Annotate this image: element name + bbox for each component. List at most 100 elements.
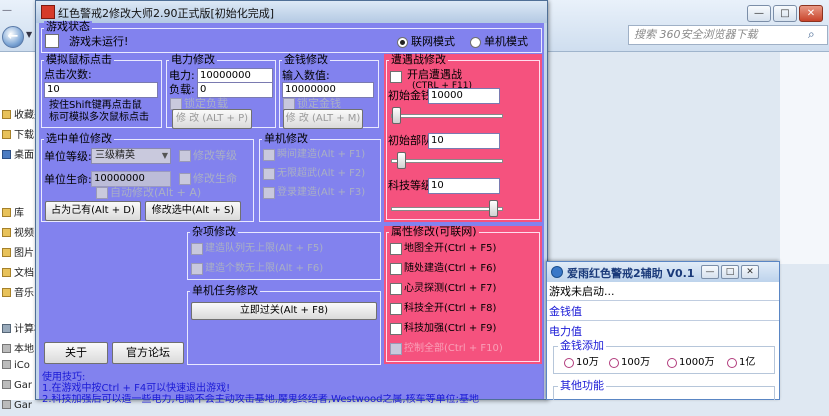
single-mode-radio[interactable]	[470, 37, 481, 48]
load-input[interactable]: 0	[197, 82, 273, 98]
browser-search-input[interactable]: 搜索 360安全浏览器下载	[628, 25, 828, 45]
online-mode-label[interactable]: 联网模式	[411, 35, 455, 49]
browser-close-button[interactable]: ✕	[799, 5, 823, 22]
money-input[interactable]: 10000000	[282, 82, 374, 98]
forum-button[interactable]: 官方论坛	[112, 342, 184, 364]
invincible-checkbox[interactable]	[263, 168, 275, 180]
music-icon	[2, 288, 11, 297]
build-anywhere-checkbox[interactable]	[390, 263, 402, 275]
tech-level-input[interactable]: 10	[428, 178, 500, 194]
helper-power-label: 电力值	[549, 325, 582, 338]
back-button[interactable]: ←	[2, 26, 24, 48]
game-status-checkbox[interactable]	[45, 34, 59, 48]
auto-modify-checkbox[interactable]	[96, 187, 108, 199]
helper-status-text: 游戏未启动...	[549, 285, 615, 298]
auto-modify-label: 自动修改(Alt + A)	[110, 186, 202, 199]
psychic-detect-label: 心灵探测(Ctrl + F7)	[404, 283, 497, 294]
modify-life-checkbox[interactable]	[179, 173, 191, 185]
unit-life-input[interactable]: 10000000	[91, 171, 171, 187]
unit-level-select[interactable]: 三级精英 ▼	[91, 148, 171, 164]
star-icon	[2, 110, 11, 119]
dream-build-checkbox[interactable]	[263, 187, 275, 199]
add-10m-radio[interactable]	[667, 358, 677, 368]
tech-boost-checkbox[interactable]	[390, 323, 402, 335]
browser-minimize-button[interactable]: —	[747, 5, 771, 22]
drive-icon	[2, 360, 11, 369]
modify-level-checkbox[interactable]	[179, 150, 191, 162]
instant-build-checkbox[interactable]	[263, 149, 275, 161]
drive-icon	[2, 344, 11, 353]
document-icon	[2, 268, 11, 277]
take-unit-button[interactable]: 占为己有(Alt + D)	[45, 201, 141, 221]
game-status-title: 游戏状态	[44, 20, 92, 33]
drive-icon	[2, 400, 11, 409]
add-100k-radio[interactable]	[564, 358, 574, 368]
app-icon	[41, 5, 55, 19]
init-units-slider-thumb[interactable]	[397, 152, 406, 169]
unit-limit-checkbox[interactable]	[191, 263, 203, 275]
dream-build-label: 登录建造(Alt + F3)	[277, 187, 366, 198]
cheat-window-titlebar[interactable]: 红色警戒2修改大师2.90正式版[初始化完成]	[36, 1, 547, 23]
tech-boost-label: 科技加强(Ctrl + F9)	[404, 323, 497, 334]
other-functions-title: 其他功能	[558, 379, 606, 392]
sidebar-item-drive-gar2[interactable]: Gar	[2, 400, 40, 416]
helper-money-label: 金钱值	[549, 305, 582, 318]
back-dropdown-icon[interactable]: ▼	[26, 30, 32, 39]
modify-power-button[interactable]: 修 改 (ALT + P)	[172, 109, 252, 129]
add-1m-radio[interactable]	[609, 358, 619, 368]
control-all-label: 控制全部(Ctrl + F10)	[404, 343, 503, 354]
online-mode-radio[interactable]	[397, 37, 408, 48]
enable-battle-checkbox[interactable]	[390, 71, 402, 83]
init-money-label: 初始金钱	[388, 89, 432, 102]
add-1m-label[interactable]: 100万	[621, 356, 650, 370]
modify-selected-button[interactable]: 修改选中(Alt + S)	[145, 201, 241, 221]
control-all-checkbox[interactable]	[390, 343, 402, 355]
helper-close-button[interactable]: ✕	[741, 265, 759, 279]
cheat-window: 红色警戒2修改大师2.90正式版[初始化完成] 游戏状态 游戏未运行! 联网模式…	[35, 0, 548, 405]
init-units-slider[interactable]	[391, 159, 503, 163]
init-money-slider-thumb[interactable]	[392, 107, 401, 124]
add-100k-label[interactable]: 10万	[576, 356, 599, 370]
tech-level-slider[interactable]	[391, 207, 503, 211]
attribute-title: 属性修改(可联网)	[389, 225, 479, 238]
alert-battle-title: 遭遇战修改	[389, 53, 448, 66]
tech-all-checkbox[interactable]	[390, 303, 402, 315]
tech-level-slider-thumb[interactable]	[489, 200, 498, 217]
add-100m-label[interactable]: 1亿	[739, 356, 755, 370]
video-icon	[2, 228, 11, 237]
helper-title: 爱雨红色警戒2辅助 V0.1	[567, 267, 695, 280]
search-icon[interactable]: ⌕	[808, 27, 815, 42]
helper-maximize-button[interactable]: □	[721, 265, 739, 279]
map-reveal-checkbox[interactable]	[390, 243, 402, 255]
pass-level-button[interactable]: 立即过关(Alt + F8)	[191, 302, 377, 320]
unit-level-label: 单位等级:	[44, 150, 92, 163]
modify-money-button[interactable]: 修 改 (ALT + M)	[283, 109, 363, 129]
browser-maximize-button[interactable]: □	[773, 5, 797, 22]
modify-level-label: 修改等级	[193, 149, 237, 162]
load-label: 负载:	[169, 83, 195, 96]
money-title: 金钱修改	[282, 53, 330, 66]
picture-icon	[2, 248, 11, 257]
helper-titlebar[interactable]: 爱雨红色警戒2辅助 V0.1 — □ ✕	[547, 262, 779, 282]
queue-limit-checkbox[interactable]	[191, 243, 203, 255]
library-icon	[2, 208, 11, 217]
single-mode-label[interactable]: 单机模式	[484, 35, 528, 49]
map-reveal-label: 地图全开(Ctrl + F5)	[404, 243, 497, 254]
click-hint-line2: 标可模拟多次鼠标点击	[49, 112, 149, 123]
add-100m-radio[interactable]	[727, 358, 737, 368]
init-money-slider[interactable]	[391, 114, 503, 118]
init-money-input[interactable]: 10000	[428, 88, 500, 104]
psychic-detect-checkbox[interactable]	[390, 283, 402, 295]
about-button[interactable]: 关于	[44, 342, 108, 364]
instant-build-label: 瞬间建造(Alt + F1)	[277, 149, 366, 160]
tips-title: 使用技巧:	[42, 372, 86, 383]
power-label: 电力:	[169, 69, 195, 82]
add-10m-label[interactable]: 1000万	[679, 356, 714, 370]
helper-minimize-button[interactable]: —	[701, 265, 719, 279]
click-count-input[interactable]: 10	[44, 82, 158, 98]
folder-icon	[2, 130, 11, 139]
init-units-input[interactable]: 10	[428, 133, 500, 149]
cheat-window-title: 红色警戒2修改大师2.90正式版[初始化完成]	[58, 7, 275, 20]
click-count-label: 点击次数:	[44, 68, 92, 81]
money-add-title: 金钱添加	[558, 339, 606, 352]
